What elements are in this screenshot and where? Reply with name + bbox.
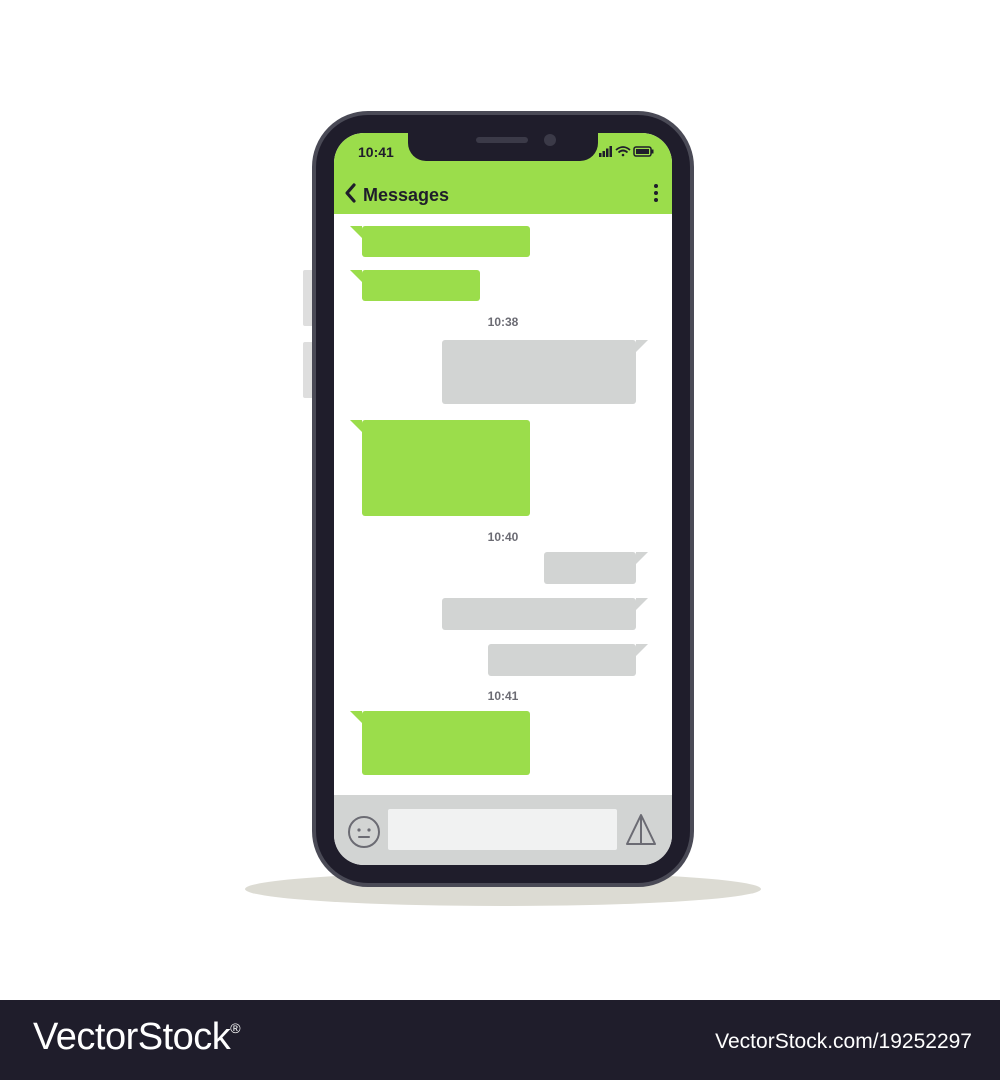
status-time: 10:41 xyxy=(358,144,394,160)
send-button[interactable] xyxy=(624,813,658,847)
message-bubble-incoming xyxy=(350,711,530,775)
page-title: Messages xyxy=(363,185,450,205)
message-bubble-outgoing xyxy=(442,340,648,404)
more-options-button[interactable] xyxy=(650,182,662,206)
footer-url: VectorStock.com/19252297 xyxy=(715,1030,972,1053)
message-bubble-outgoing xyxy=(544,552,648,584)
speaker-grille xyxy=(476,137,528,143)
back-button[interactable] xyxy=(344,182,358,204)
app-header: 10:41 Messages xyxy=(334,133,672,214)
composer-bar xyxy=(334,795,672,865)
emoji-icon xyxy=(348,816,380,848)
signal-icon xyxy=(599,146,612,157)
timestamp: 10:40 xyxy=(487,530,519,544)
chevron-left-icon xyxy=(345,183,356,203)
status-icons xyxy=(599,145,655,157)
volume-up-button xyxy=(303,270,312,326)
notch xyxy=(408,133,598,161)
timestamp: 10:38 xyxy=(487,315,519,329)
battery-icon xyxy=(633,146,654,157)
volume-down-button xyxy=(303,342,312,398)
front-camera xyxy=(544,134,556,146)
wifi-icon xyxy=(615,146,631,157)
message-bubble-incoming xyxy=(350,270,480,301)
illustration: 10:41 Messages 10:38 10:40 10:41 xyxy=(0,0,1000,1000)
send-icon xyxy=(626,814,656,845)
more-vertical-icon xyxy=(650,184,662,202)
footer-brand: VectorStock® xyxy=(33,1016,241,1058)
message-bubble-incoming xyxy=(350,420,530,516)
message-bubble-outgoing xyxy=(488,644,648,676)
message-input[interactable] xyxy=(388,809,617,850)
message-bubble-outgoing xyxy=(442,598,648,630)
message-bubble-incoming xyxy=(350,226,530,257)
watermark-footer: VectorStock® VectorStock.com/19252297 xyxy=(0,1000,1000,1080)
phone-screen: 10:41 Messages 10:38 10:40 10:41 xyxy=(334,133,672,865)
timestamp: 10:41 xyxy=(487,689,519,703)
emoji-button[interactable] xyxy=(347,815,381,849)
